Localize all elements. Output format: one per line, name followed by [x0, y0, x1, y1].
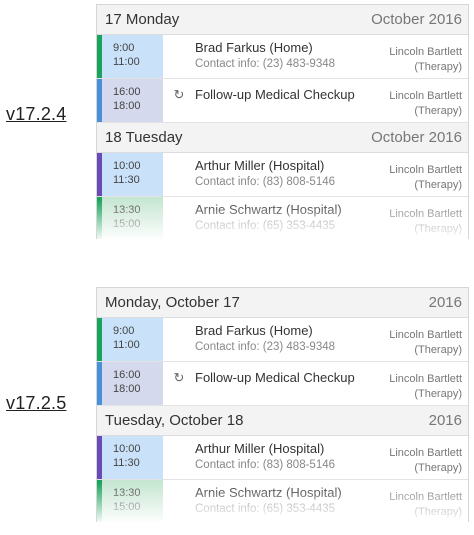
- day-header-year: 2016: [428, 294, 462, 311]
- appointment-resource: Lincoln Bartlett (Therapy): [389, 90, 462, 117]
- appointment-time: 13:30 15:00: [102, 480, 163, 522]
- appointment-row[interactable]: 10:00 11:30 Arthur Miller (Hospital) Con…: [97, 153, 468, 197]
- appointment-time: 10:00 11:30: [102, 153, 163, 196]
- appointment-row[interactable]: 13:30 15:00 Arnie Schwartz (Hospital) Co…: [97, 480, 468, 522]
- day-header: Monday, October 17 2016: [97, 288, 468, 318]
- appointment-time: 13:30 15:00: [102, 197, 163, 239]
- day-header-month: October 2016: [371, 11, 462, 28]
- appointment-resource: Lincoln Bartlett (Therapy): [389, 164, 462, 191]
- appointment-title: Follow-up Medical Checkup: [195, 87, 355, 102]
- appointment-contact: Contact info: (83) 808-5146: [195, 459, 336, 471]
- appointment-title: Arthur Miller (Hospital): [195, 441, 325, 456]
- empty-icon-slot: [163, 201, 195, 239]
- appointment-time: 16:00 18:00: [102, 79, 163, 122]
- appointment-time: 16:00 18:00: [102, 362, 163, 405]
- day-header-date: 18 Tuesday: [105, 129, 183, 146]
- recurring-icon: ↻: [173, 370, 185, 385]
- appointment-resource: Lincoln Bartlett (Therapy): [389, 491, 462, 518]
- day-header: Tuesday, October 18 2016: [97, 406, 468, 436]
- appointment-contact: Contact info: (83) 808-5146: [195, 176, 336, 188]
- day-header-date: Monday, October 17: [105, 294, 240, 311]
- day-header-date: 17 Monday: [105, 11, 180, 28]
- appointment-time: 9:00 11:00: [102, 318, 163, 361]
- empty-icon-slot: [163, 157, 195, 196]
- appointment-row[interactable]: 13:30 15:00 Arnie Schwartz (Hospital) Co…: [97, 197, 468, 239]
- empty-icon-slot: [163, 322, 195, 361]
- day-header-month: October 2016: [371, 129, 462, 146]
- appointment-row[interactable]: 9:00 11:00 Brad Farkus (Home) Contact in…: [97, 35, 468, 79]
- empty-icon-slot: [163, 39, 195, 78]
- appointment-row[interactable]: 10:00 11:30 Arthur Miller (Hospital) Con…: [97, 436, 468, 480]
- agenda-panel-v17-2-5: Monday, October 17 2016 9:00 11:00 Brad …: [96, 287, 469, 522]
- appointment-title: Follow-up Medical Checkup: [195, 370, 355, 385]
- appointment-title: Brad Farkus (Home): [195, 40, 313, 55]
- appointment-title: Arnie Schwartz (Hospital): [195, 485, 342, 500]
- version-label: v17.2.4: [6, 104, 67, 124]
- recurring-icon: ↻: [173, 87, 185, 102]
- appointment-resource: Lincoln Bartlett (Therapy): [389, 447, 462, 474]
- appointment-resource: Lincoln Bartlett (Therapy): [389, 329, 462, 356]
- appointment-contact: Contact info: (23) 483-9348: [195, 58, 336, 70]
- empty-icon-slot: [163, 484, 195, 522]
- day-header: 17 Monday October 2016: [97, 5, 468, 35]
- appointment-contact: Contact info: (65) 353-4435: [195, 220, 336, 232]
- appointment-time: 10:00 11:30: [102, 436, 163, 479]
- appointment-contact: Contact info: (65) 353-4435: [195, 503, 336, 515]
- agenda-panel-v17-2-4: 17 Monday October 2016 9:00 11:00 Brad F…: [96, 4, 469, 239]
- day-header-year: 2016: [428, 412, 462, 429]
- appointment-title: Arnie Schwartz (Hospital): [195, 202, 342, 217]
- version-label: v17.2.5: [6, 393, 67, 413]
- appointment-time: 9:00 11:00: [102, 35, 163, 78]
- appointment-resource: Lincoln Bartlett (Therapy): [389, 373, 462, 400]
- appointment-row[interactable]: 9:00 11:00 Brad Farkus (Home) Contact in…: [97, 318, 468, 362]
- appointment-row[interactable]: 16:00 18:00 ↻ Follow-up Medical Checkup …: [97, 79, 468, 123]
- appointment-title: Arthur Miller (Hospital): [195, 158, 325, 173]
- appointment-resource: Lincoln Bartlett (Therapy): [389, 46, 462, 73]
- day-header: 18 Tuesday October 2016: [97, 123, 468, 153]
- appointment-title: Brad Farkus (Home): [195, 323, 313, 338]
- empty-icon-slot: [163, 440, 195, 479]
- day-header-date: Tuesday, October 18: [105, 412, 244, 429]
- appointment-contact: Contact info: (23) 483-9348: [195, 341, 336, 353]
- appointment-row[interactable]: 16:00 18:00 ↻ Follow-up Medical Checkup …: [97, 362, 468, 406]
- appointment-resource: Lincoln Bartlett (Therapy): [389, 208, 462, 235]
